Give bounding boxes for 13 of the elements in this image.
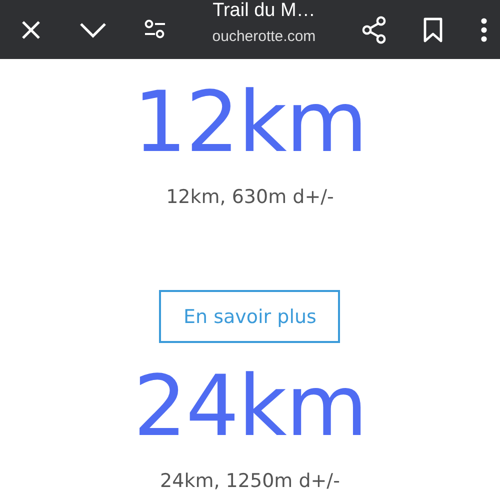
settings-icon[interactable] [143,18,168,40]
chevron-down-icon[interactable] [78,20,107,38]
learn-more-button[interactable]: En savoir plus [159,290,340,343]
distance-heading: 24km [133,361,367,451]
more-icon[interactable] [480,18,488,42]
distance-details: 12km, 630m d+/- [166,186,334,208]
distance-details: 24km, 1250m d+/- [160,470,340,492]
bookmark-icon[interactable] [423,16,444,42]
page-title: Trail du M… [212,0,316,22]
share-icon[interactable] [360,16,387,44]
distance-heading: 12km [133,77,367,167]
page-domain: oucherotte.com [212,28,316,45]
close-icon[interactable] [20,18,42,40]
